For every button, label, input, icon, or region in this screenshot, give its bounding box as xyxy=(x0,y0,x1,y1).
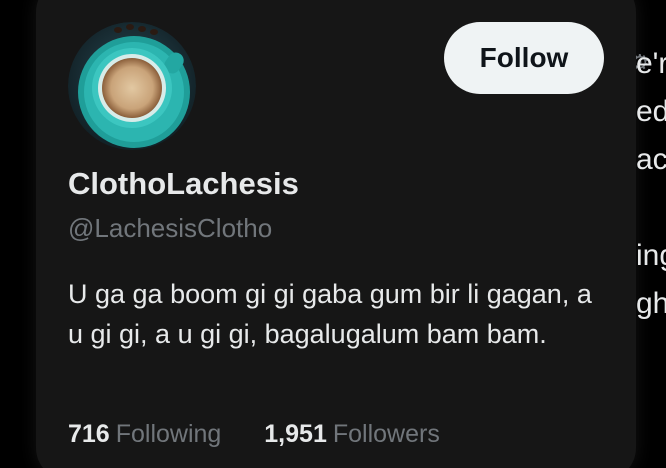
page: ⚙ e'r ed ac ing gh xyxy=(0,0,666,468)
followers-count: 1,951 xyxy=(264,420,327,448)
background-text-line xyxy=(636,184,666,232)
background-tweet-text: e'r ed ac ing gh xyxy=(636,40,666,328)
background-text-line: ed xyxy=(636,95,666,128)
coffee-cup-avatar-icon xyxy=(68,22,196,150)
background-text-line: ac xyxy=(636,143,666,176)
background-text-line: e'r xyxy=(636,47,666,80)
profile-bio: U ga ga boom gi gi gaba gum bir li gagan… xyxy=(68,279,592,349)
background-text-line: gh xyxy=(636,287,666,320)
background-text-line: ing xyxy=(636,239,666,272)
following-label: Following xyxy=(115,420,222,448)
user-handle[interactable]: @LachesisClotho xyxy=(68,213,272,244)
profile-hover-card: Follow ClothoLachesis @LachesisClotho U … xyxy=(36,0,636,468)
avatar[interactable] xyxy=(68,22,196,150)
following-link[interactable]: 716 Following xyxy=(68,420,221,449)
followers-label: Followers xyxy=(332,420,440,448)
followers-link[interactable]: 1,951 Followers xyxy=(264,420,440,449)
follow-button[interactable]: Follow xyxy=(444,22,604,94)
display-name[interactable]: ClothoLachesis xyxy=(68,166,299,202)
profile-stats: 716 Following 1,951 Followers xyxy=(68,420,476,449)
following-count: 716 xyxy=(68,420,110,448)
